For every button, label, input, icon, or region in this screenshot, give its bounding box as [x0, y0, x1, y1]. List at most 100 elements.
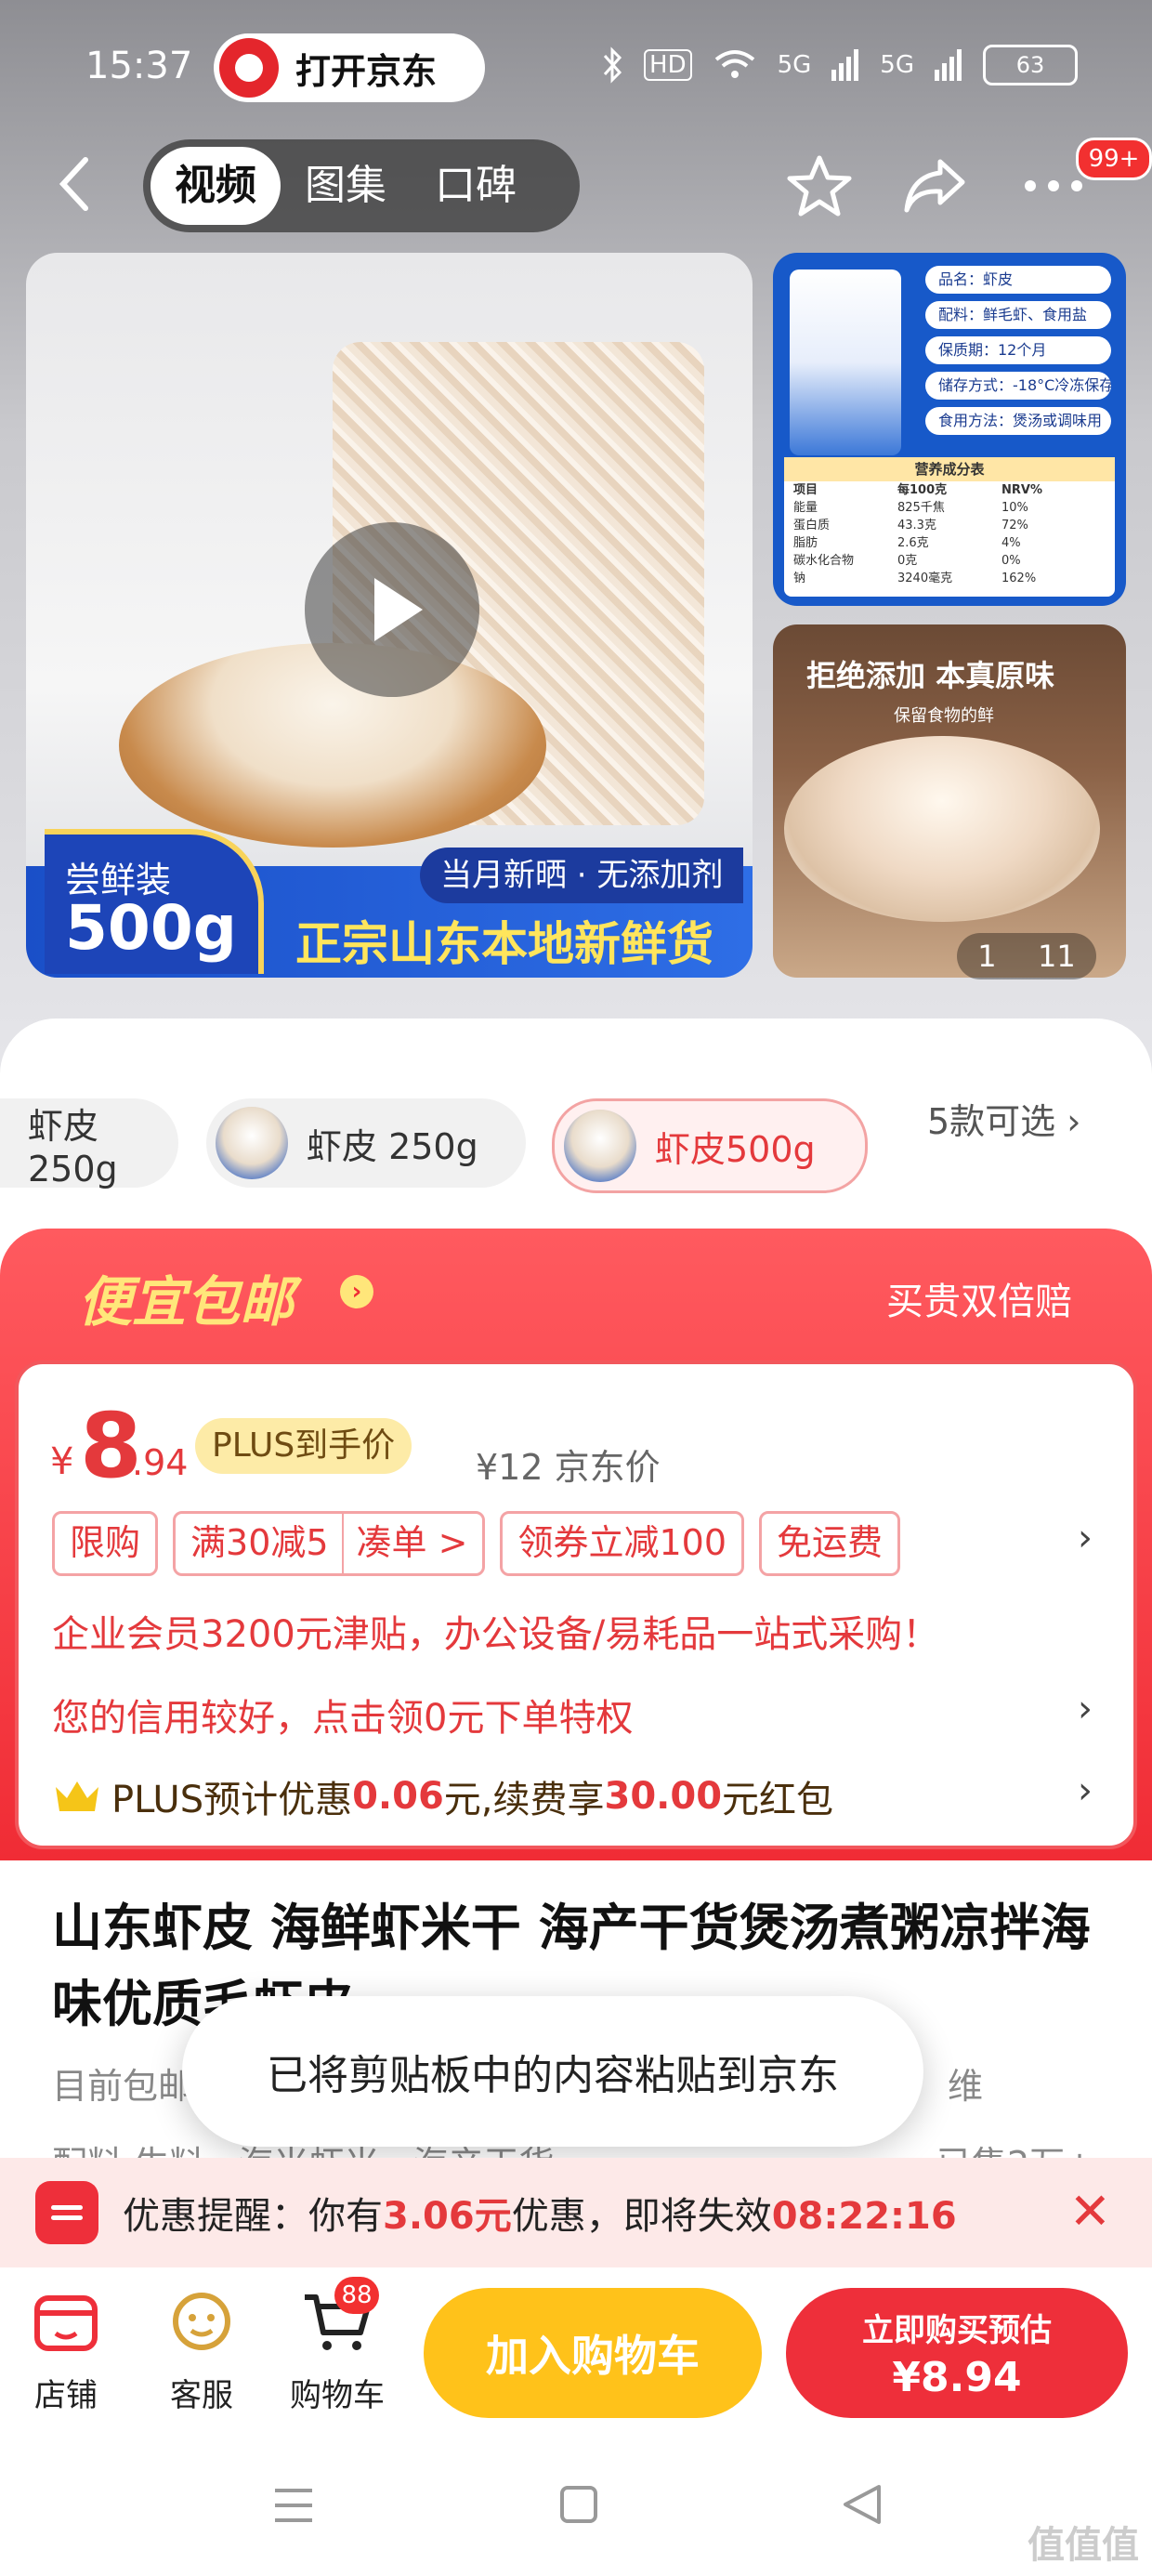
chip-free-shipping[interactable]: 免运费 [759, 1511, 901, 1576]
nutrition-title: 营养成分表 [784, 457, 1115, 481]
service-button[interactable]: 客服 [151, 2290, 253, 2415]
chevron-right-icon[interactable]: › [1078, 1517, 1093, 1559]
hd-label: HD [644, 49, 692, 81]
shipping-info-right: 维 [948, 2066, 984, 2107]
credit-line[interactable]: 您的信用较好，点击领0元下单特权 [52, 1688, 633, 1741]
favorite-star-icon[interactable] [782, 149, 857, 223]
gallery-thumb-plate[interactable]: 拒绝添加 本真原味 保留食物的鲜 [773, 624, 1126, 978]
nutrition-cell: 0% [1001, 554, 1021, 568]
home-square-icon[interactable] [559, 2485, 598, 2524]
shop-icon [31, 2290, 101, 2355]
variant-thumb [216, 1107, 288, 1179]
discount-reminder-bar[interactable]: 优惠提醒：你有3.06元优惠，即将失效08:22:16 ✕ [0, 2158, 1152, 2267]
jd-logo-icon [219, 38, 279, 98]
nutrition-cell: 蛋白质 [793, 519, 831, 532]
tab-reviews[interactable]: 口碑 [411, 147, 541, 225]
price-currency: ¥ [50, 1440, 74, 1483]
chevron-right-icon[interactable]: › [340, 1275, 373, 1308]
nutrition-cell: 钠 [793, 572, 806, 585]
signal-bars-icon [935, 49, 962, 81]
plus-price-tag: PLUS到手价 [195, 1418, 412, 1474]
tab-video[interactable]: 视频 [151, 147, 281, 225]
jd-original-price: ¥12 京东价 [476, 1447, 661, 1488]
chip-discount[interactable]: 满30减5 凑单 > [173, 1511, 486, 1576]
cart-count-badge: 88 [334, 2277, 379, 2314]
status-time: 15:37 [85, 45, 193, 87]
enterprise-line[interactable]: 企业会员3200元津贴，办公设备/易耗品一站式采购！ [52, 1604, 939, 1658]
close-icon[interactable]: ✕ [1069, 2182, 1111, 2241]
variant-thumb [564, 1110, 636, 1182]
promo-chips[interactable]: 限购 满30减5 凑单 > 领券立减100 免运费 [52, 1511, 901, 1576]
plus-member-row[interactable]: PLUS预计优惠 0.06 元,续费享 30.00 元红包 [54, 1769, 833, 1823]
info-row: 食用方法：煲汤或调味用 [925, 407, 1111, 435]
chip-limit[interactable]: 限购 [52, 1511, 159, 1576]
plus-bonus-amount: 30.00 [604, 1775, 723, 1818]
open-jd-label: 打开京东 [295, 50, 438, 92]
chip-coupon[interactable]: 领券立减100 [500, 1511, 744, 1576]
variant-label: 虾皮500g [655, 1128, 816, 1170]
nutrition-cell: 825千焦 [897, 501, 945, 515]
info-row: 储存方式：-18°C冷冻保存 [925, 372, 1111, 400]
gallery-counter: 1 11 [957, 933, 1096, 979]
nutrition-cell: 2.6克 [897, 536, 929, 550]
signal-bars-icon [831, 49, 859, 81]
shop-button[interactable]: 店铺 [15, 2290, 117, 2415]
variant-option[interactable]: 虾皮250g [0, 1098, 178, 1189]
nutrition-header: 项目 [793, 483, 818, 497]
counter-total: 11 [1038, 939, 1076, 974]
info-row: 保质期：12个月 [925, 336, 1111, 364]
variant-option-selected[interactable]: 虾皮500g [552, 1098, 868, 1193]
chevron-right-icon[interactable]: › [1078, 1688, 1093, 1730]
double-compensation-label[interactable]: 买贵双倍赔 [886, 1271, 1072, 1325]
gallery-thumb-info[interactable]: 品名：虾皮 配料：鲜毛虾、食用盐 保质期：12个月 储存方式：-18°C冷冻保存… [773, 253, 1126, 606]
reminder-countdown: 08:22:16 [771, 2195, 957, 2238]
variant-label: 虾皮250g [28, 1105, 118, 1189]
cheap-shipping-label[interactable]: 便宜包邮 [78, 1258, 294, 1336]
plus-prefix: PLUS预计优惠 [111, 1779, 353, 1821]
nutrition-header: 每100克 [897, 483, 948, 497]
chip-add-on[interactable]: 凑单 > [341, 1514, 467, 1573]
signal-5g-1: 5G [777, 51, 812, 79]
nutrition-cell: 10% [1001, 501, 1028, 515]
nutrition-cell: 162% [1001, 572, 1037, 585]
more-variants-link[interactable]: 5款可选 › [927, 1093, 1080, 1144]
product-pack-image [790, 269, 901, 455]
info-row: 品名：虾皮 [925, 266, 1111, 294]
clipboard-toast: 已将剪贴板中的内容粘贴到京东 [182, 1996, 923, 2147]
reminder-text: 优惠提醒：你有3.06元优惠，即将失效08:22:16 [123, 2186, 957, 2240]
chip-discount-label: 满30减5 [190, 1522, 329, 1563]
new-dried-label: 当月新晒 · 无添加剂 [420, 848, 744, 903]
crown-icon [56, 1781, 98, 1811]
plus-save-amount: 0.06 [352, 1775, 444, 1818]
reminder-amount: 3.06元 [383, 2195, 512, 2238]
shipping-info: 目前包邮 [52, 2066, 194, 2107]
plus-suffix: 元红包 [722, 1779, 834, 1821]
nutrition-cell: 能量 [793, 501, 818, 515]
counter-current: 1 [977, 939, 997, 974]
menu-icon[interactable] [273, 2487, 314, 2524]
share-icon[interactable] [897, 149, 972, 223]
back-triangle-icon[interactable] [842, 2483, 883, 2526]
buy-now-label: 立即购买预估 [862, 2312, 1052, 2349]
add-to-cart-button[interactable]: 加入购物车 [424, 2288, 762, 2418]
bluetooth-icon [603, 46, 622, 84]
customer-service-icon [166, 2290, 237, 2355]
more-variants-label: 5款可选 [927, 1101, 1056, 1142]
nutrition-table: 营养成分表 项目 每100克 NRV% 能量 825千焦 10% 蛋白质 43.3克 72%… [784, 457, 1115, 597]
cart-label: 购物车 [290, 2377, 385, 2414]
nutrition-cell: 3240毫克 [897, 572, 953, 585]
play-icon[interactable] [305, 522, 479, 697]
buy-now-button[interactable]: 立即购买预估 ¥8.94 [786, 2288, 1128, 2418]
back-arrow-icon[interactable] [56, 156, 93, 212]
tab-gallery[interactable]: 图集 [281, 147, 411, 225]
variant-option[interactable]: 虾皮 250g [206, 1098, 526, 1188]
chevron-right-icon[interactable]: › [1078, 1769, 1093, 1812]
banner-main-text: 正宗山东本地新鲜货 [295, 917, 713, 971]
battery-indicator: 63 [983, 45, 1078, 85]
open-jd-button[interactable]: 打开京东 [214, 33, 485, 102]
media-tabs: 视频 图集 口碑 [143, 139, 580, 232]
main-product-video[interactable]: 当月新晒 · 无添加剂 正宗山东本地新鲜货 尝鲜装 500g [26, 253, 753, 978]
status-icons: HD 5G 5G 63 [601, 45, 1078, 85]
service-label: 客服 [170, 2377, 233, 2414]
nutrition-cell: 0克 [897, 554, 918, 568]
